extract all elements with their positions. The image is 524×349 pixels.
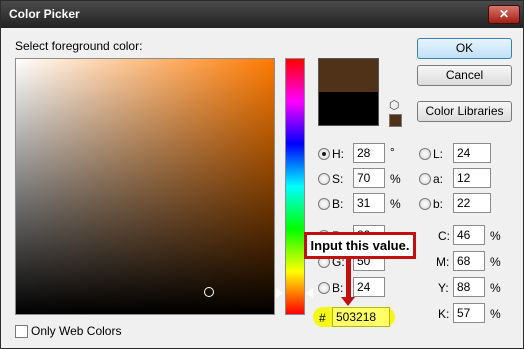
s-field[interactable]: 70 (353, 168, 385, 188)
rgb-b-field[interactable]: 24 (353, 277, 385, 297)
color-picker-circle[interactable] (204, 287, 214, 297)
window-title: Color Picker (9, 7, 80, 21)
cancel-button[interactable]: Cancel (417, 65, 512, 86)
hue-slider-right-arrow-icon[interactable] (306, 288, 313, 298)
m-field[interactable]: 68 (453, 251, 485, 271)
hue-slider-left-arrow-icon[interactable] (276, 288, 283, 298)
lab-b-field[interactable]: 22 (453, 193, 491, 213)
only-web-colors-label: Only Web Colors (31, 324, 122, 338)
websafe-swatch-icon[interactable] (389, 114, 402, 127)
label-b: B: (332, 197, 344, 211)
label-s: S: (332, 172, 344, 186)
label-l: L: (433, 147, 444, 161)
k-field[interactable]: 57 (453, 303, 485, 323)
cube-icon[interactable]: ⬡ (389, 98, 399, 112)
new-color-swatch (318, 58, 379, 92)
label-k: K: (438, 307, 450, 321)
radio-lab-b[interactable] (419, 198, 431, 210)
y-field[interactable]: 88 (453, 277, 485, 297)
unit-c: % (490, 229, 501, 243)
unit-m: % (490, 255, 501, 269)
radio-h[interactable] (318, 148, 330, 160)
a-field[interactable]: 12 (453, 168, 491, 188)
radio-l[interactable] (419, 148, 431, 160)
label-m: M: (436, 255, 450, 269)
l-field[interactable]: 24 (453, 143, 491, 163)
c-field[interactable]: 46 (453, 225, 485, 245)
unit-y: % (490, 281, 501, 295)
hue-slider[interactable] (285, 58, 305, 315)
hex-label: # (319, 311, 326, 325)
current-color-swatch[interactable] (318, 92, 379, 126)
h-field[interactable]: 28 (353, 143, 385, 163)
label-c: C: (438, 229, 450, 243)
label-rgb-b: B: (332, 281, 344, 295)
close-button[interactable]: ✕ (488, 5, 520, 24)
hex-field[interactable]: 503218 (332, 307, 390, 327)
radio-a[interactable] (419, 173, 431, 185)
only-web-colors-checkbox[interactable] (15, 325, 28, 338)
title-bar: Color Picker ✕ (1, 1, 523, 28)
annotation-arrow-icon (341, 297, 355, 306)
radio-rgb-b[interactable] (318, 282, 330, 294)
ok-button[interactable]: OK (417, 38, 512, 59)
unit-h: ° (390, 145, 395, 159)
annotation-callout: Input this value. (304, 232, 416, 259)
label-a: a: (433, 172, 444, 186)
color-field[interactable] (15, 58, 275, 315)
annotation-arrow-shaft (346, 259, 351, 299)
label-lab-b: b: (433, 197, 444, 211)
radio-b[interactable] (318, 198, 330, 210)
select-prompt: Select foreground color: (15, 39, 143, 53)
b-field[interactable]: 31 (353, 193, 385, 213)
unit-k: % (490, 307, 501, 321)
label-y: Y: (438, 281, 449, 295)
radio-s[interactable] (318, 173, 330, 185)
unit-b: % (390, 197, 401, 211)
label-h: H: (332, 147, 344, 161)
color-picker-dialog: Color Picker ✕ Select foreground color: … (0, 0, 524, 349)
color-libraries-button[interactable]: Color Libraries (417, 101, 512, 122)
unit-s: % (390, 172, 401, 186)
